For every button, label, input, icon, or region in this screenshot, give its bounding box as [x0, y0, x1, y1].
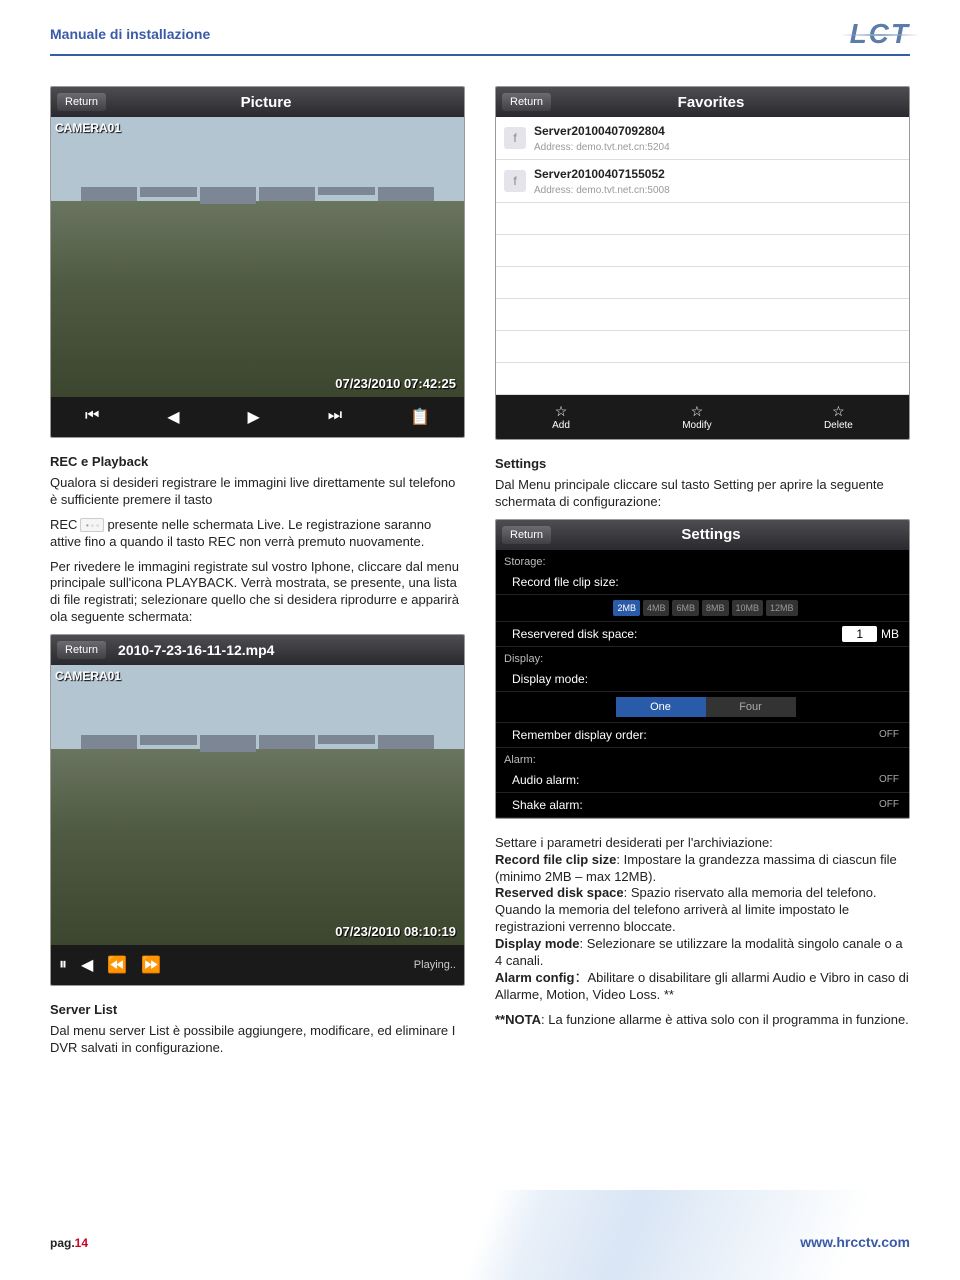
list-item[interactable]: f Server20100407092804Address: demo.tvt.…: [496, 117, 909, 160]
star-icon: ☆: [824, 403, 853, 420]
list-item[interactable]: f Server20100407155052Address: demo.tvt.…: [496, 160, 909, 203]
play-icon[interactable]: ▶: [248, 407, 260, 427]
setting-row: Record file clip size:: [496, 570, 909, 595]
star-icon: ☆: [682, 403, 711, 420]
display-mode-segments[interactable]: One Four: [496, 692, 909, 723]
screenshot-playback: Return 2010-7-23-16-11-12.mp4 CAMERA01 0…: [50, 634, 465, 986]
screenshot-picture: Return Picture CAMERA01 07/23/2010 07:42…: [50, 86, 465, 438]
doc-header-title: Manuale di installazione: [50, 26, 210, 42]
heading-server-list: Server List: [50, 1002, 465, 1017]
header-divider: [50, 54, 910, 56]
list-item: [496, 331, 909, 363]
screen-title: Favorites: [519, 94, 903, 111]
list-item: [496, 267, 909, 299]
footer-url: www.hrcctv.com: [800, 1234, 910, 1250]
para: Dal Menu principale cliccare sul tasto S…: [495, 477, 910, 511]
fast-forward-icon[interactable]: ⏩: [141, 955, 161, 975]
setting-row[interactable]: Remember display order:OFF: [496, 723, 909, 748]
timestamp: 07/23/2010 08:10:19: [335, 924, 456, 939]
para: Qualora si desideri registrare le immagi…: [50, 475, 465, 509]
para-nota: **NOTA: La funzione allarme è attiva sol…: [495, 1012, 910, 1029]
list-item: [496, 299, 909, 331]
add-button[interactable]: ☆Add: [552, 403, 570, 431]
screenshot-settings: Return Settings Storage: Record file cli…: [495, 519, 910, 819]
delete-button[interactable]: ☆Delete: [824, 403, 853, 431]
heading-settings: Settings: [495, 456, 910, 471]
rec-icon: • ◦ ◦: [80, 518, 104, 532]
clip-size-segments[interactable]: 2MB 4MB 6MB 8MB 10MB 12MB: [496, 595, 909, 622]
list-item: [496, 363, 909, 395]
playing-status: Playing..: [414, 959, 456, 971]
list-item: [496, 203, 909, 235]
setting-row: Display mode:: [496, 667, 909, 692]
fast-rewind-icon[interactable]: ⏪: [107, 955, 127, 975]
next-track-icon[interactable]: ⏭: [328, 407, 342, 427]
para: REC• ◦ ◦presente nelle schermata Live. L…: [50, 517, 465, 551]
pause-icon[interactable]: ⏸: [59, 956, 67, 974]
section-label: Alarm:: [496, 748, 909, 768]
camera-label: CAMERA01: [55, 121, 121, 135]
setting-row[interactable]: Audio alarm:OFF: [496, 768, 909, 793]
modify-button[interactable]: ☆Modify: [682, 403, 711, 431]
setting-row[interactable]: Shake alarm:OFF: [496, 793, 909, 818]
para: Dal menu server List è possibile aggiung…: [50, 1023, 465, 1057]
screen-title: Picture: [74, 94, 458, 111]
star-icon: ☆: [552, 403, 570, 420]
step-back-icon[interactable]: ◀: [81, 955, 93, 975]
logo: LCT: [850, 18, 910, 50]
page-number: pag.14: [50, 1236, 88, 1250]
screenshot-favorites: Return Favorites f Server20100407092804A…: [495, 86, 910, 440]
heading-rec-playback: REC e Playback: [50, 454, 465, 469]
section-label: Display:: [496, 647, 909, 667]
server-icon: f: [504, 127, 526, 149]
setting-row[interactable]: Reservered disk space: 1MB: [496, 622, 909, 647]
screen-title: 2010-7-23-16-11-12.mp4: [118, 642, 458, 658]
list-icon[interactable]: 📋: [410, 407, 430, 427]
screen-title: Settings: [519, 526, 903, 543]
timestamp: 07/23/2010 07:42:25: [335, 376, 456, 391]
camera-label: CAMERA01: [55, 669, 121, 683]
return-button[interactable]: Return: [57, 641, 106, 659]
prev-track-icon[interactable]: ⏮: [85, 407, 99, 427]
section-label: Storage:: [496, 550, 909, 570]
server-icon: f: [504, 170, 526, 192]
list-item: [496, 235, 909, 267]
para: Settare i parametri desiderati per l'arc…: [495, 835, 910, 1004]
rewind-icon[interactable]: ◀: [167, 407, 179, 427]
para: Per rivedere le immagini registrate sul …: [50, 559, 465, 627]
